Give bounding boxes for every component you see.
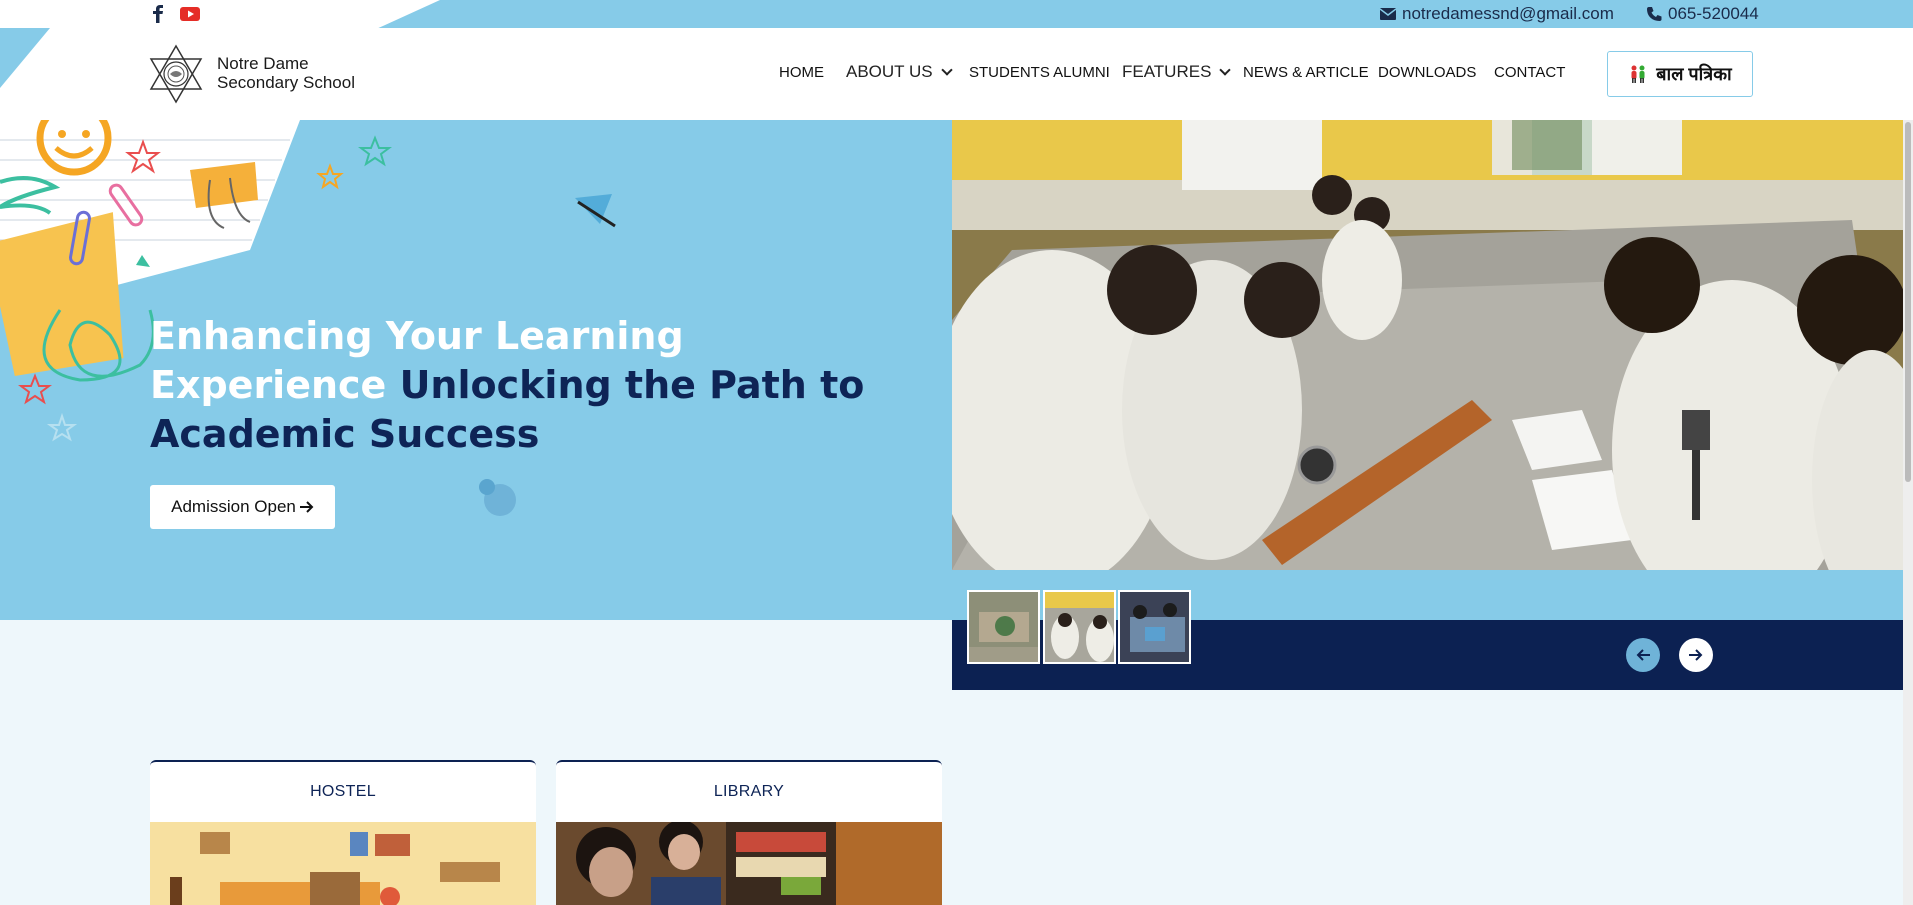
nav-home[interactable]: HOME: [779, 64, 824, 81]
admission-open-button[interactable]: Admission Open: [150, 485, 335, 529]
top-phone[interactable]: 065-520044: [1646, 4, 1759, 24]
hostel-card-image: [150, 822, 536, 905]
chevron-down-icon: [1219, 63, 1232, 76]
email-text: notredamessnd@gmail.com: [1402, 4, 1614, 23]
phone-text: 065-520044: [1668, 4, 1759, 23]
page-scrollbar-thumb[interactable]: [1905, 122, 1911, 482]
admission-open-label: Admission Open: [171, 497, 296, 516]
hero-slide-image: [952, 120, 1903, 570]
envelope-icon: [1380, 8, 1396, 20]
nav-contact[interactable]: CONTACT: [1494, 64, 1565, 81]
top-bar-white-band: [0, 0, 440, 28]
nav-about-us[interactable]: ABOUT US: [846, 62, 953, 82]
school-logo[interactable]: [148, 44, 204, 104]
slider-prev-button[interactable]: [1626, 638, 1660, 672]
library-card[interactable]: LIBRARY: [556, 760, 942, 905]
slider-thumbnail-2[interactable]: [1043, 590, 1116, 664]
school-name-line2: Secondary School: [217, 73, 355, 92]
arrow-left-icon: [1636, 649, 1650, 661]
hostel-card-title: HOSTEL: [310, 783, 376, 800]
children-icon: [1631, 65, 1645, 83]
school-name-line1: Notre Dame: [217, 54, 309, 73]
nav-news-article[interactable]: NEWS & ARTICLE: [1243, 64, 1369, 81]
bal-patrika-label: बाल पत्रिका: [1656, 64, 1732, 84]
youtube-icon[interactable]: [180, 5, 200, 23]
arrow-right-icon: [1689, 649, 1703, 661]
library-card-title: LIBRARY: [713, 783, 785, 800]
slider-thumbnail-3[interactable]: [1118, 590, 1191, 664]
slider-thumbnail-1[interactable]: [967, 590, 1040, 664]
slider-next-button[interactable]: [1679, 638, 1713, 672]
library-card-image: [556, 822, 942, 905]
hero-title: Enhancing Your Learning Experience Unloc…: [150, 312, 870, 459]
phone-icon: [1647, 7, 1662, 21]
school-name[interactable]: Notre Dame Secondary School: [217, 54, 355, 92]
arrow-right-icon: [299, 501, 314, 513]
hostel-card[interactable]: HOSTEL: [150, 760, 536, 905]
facebook-icon[interactable]: [148, 5, 168, 23]
nav-students-alumni[interactable]: STUDENTS ALUMNI: [969, 64, 1110, 81]
nav-features[interactable]: FEATURES: [1122, 62, 1232, 82]
nav-downloads[interactable]: DOWNLOADS: [1378, 64, 1476, 81]
top-email[interactable]: notredamessnd@gmail.com: [1380, 4, 1614, 24]
chevron-down-icon: [940, 63, 953, 76]
bal-patrika-button[interactable]: बाल पत्रिका: [1607, 51, 1753, 97]
